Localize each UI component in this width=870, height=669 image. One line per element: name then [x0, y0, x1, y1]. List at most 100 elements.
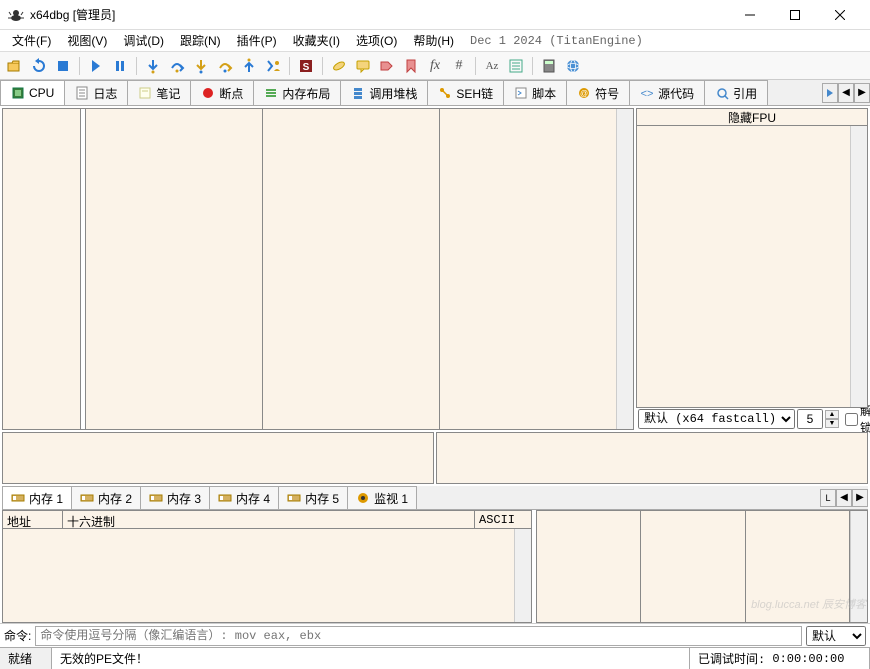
memtab-overflow[interactable]: L	[820, 489, 836, 507]
spin-down-icon[interactable]: ▼	[825, 419, 839, 428]
tab-references[interactable]: 引用	[704, 80, 768, 105]
tab-log[interactable]: 日志	[64, 80, 128, 105]
view-tabs: CPU 日志 笔记 断点 内存布局 调用堆栈 SEH链 脚本 @ 符号 <> 源…	[0, 80, 870, 106]
tab-seh[interactable]: SEH链	[427, 80, 504, 105]
main-cpu-view: 隐藏FPU 默认 (x64 fastcall) ▲ ▼ 解锁	[0, 106, 870, 432]
unlock-checkbox[interactable]	[845, 413, 858, 426]
callconv-bar: 默认 (x64 fastcall) ▲ ▼ 解锁	[636, 408, 868, 430]
labels-icon[interactable]	[376, 55, 398, 77]
run-icon[interactable]	[85, 55, 107, 77]
log-icon	[75, 86, 89, 100]
scylla-icon[interactable]: S	[295, 55, 317, 77]
run-to-user-icon[interactable]	[262, 55, 284, 77]
step-out-icon[interactable]	[238, 55, 260, 77]
menu-view[interactable]: 视图(V)	[59, 30, 115, 51]
stop-icon[interactable]	[52, 55, 74, 77]
open-icon[interactable]	[4, 55, 26, 77]
memtab-left[interactable]: ◀	[836, 489, 852, 507]
svg-text:<>: <>	[641, 88, 654, 100]
tab-symbols[interactable]: @ 符号	[566, 80, 630, 105]
dump-col-hex[interactable]: 十六进制	[63, 511, 475, 528]
dump-col-addr[interactable]: 地址	[3, 511, 63, 528]
disassembly-pane[interactable]	[2, 108, 634, 430]
dump-body[interactable]	[3, 529, 531, 622]
maximize-button[interactable]	[772, 1, 817, 29]
tab-watch1[interactable]: 监视 1	[347, 486, 417, 509]
menu-options[interactable]: 选项(O)	[348, 30, 405, 51]
dump-col-ascii[interactable]: ASCII	[475, 511, 531, 528]
trace-over-icon[interactable]	[214, 55, 236, 77]
tab-mem2[interactable]: 内存 2	[71, 486, 141, 509]
stack-pane[interactable]	[536, 510, 868, 623]
callstack-icon	[351, 86, 365, 100]
trace-into-icon[interactable]	[190, 55, 212, 77]
tab-source-label: 源代码	[658, 85, 694, 102]
info-pane[interactable]	[2, 432, 434, 484]
pause-icon[interactable]	[109, 55, 131, 77]
step-into-icon[interactable]	[142, 55, 164, 77]
memtab-right[interactable]: ▶	[852, 489, 868, 507]
bookmarks-icon[interactable]	[400, 55, 422, 77]
watch-icon	[356, 491, 370, 505]
online-icon[interactable]	[562, 55, 584, 77]
command-bar: 命令: 默认	[0, 623, 870, 647]
spin-up-icon[interactable]: ▲	[825, 410, 839, 419]
step-over-icon[interactable]	[166, 55, 188, 77]
command-input[interactable]	[35, 626, 802, 646]
patches-icon[interactable]	[328, 55, 350, 77]
tab-memmap[interactable]: 内存布局	[253, 80, 341, 105]
disasm-scrollbar[interactable]	[616, 109, 633, 429]
svg-text:@: @	[580, 89, 588, 98]
references-icon	[715, 86, 729, 100]
registers-pane[interactable]	[636, 126, 868, 408]
dump-icon	[218, 491, 232, 505]
menu-trace[interactable]: 跟踪(N)	[172, 30, 229, 51]
restart-icon[interactable]	[28, 55, 50, 77]
dump-pane[interactable]: 地址 十六进制 ASCII	[2, 510, 532, 623]
script-icon	[514, 86, 528, 100]
registers-header[interactable]: 隐藏FPU	[636, 108, 868, 126]
tab-cpu[interactable]: CPU	[0, 80, 65, 105]
dump-icon	[11, 491, 25, 505]
calculator-icon[interactable]	[538, 55, 560, 77]
callconv-select[interactable]: 默认 (x64 fastcall)	[638, 409, 795, 429]
registers-scrollbar[interactable]	[850, 126, 867, 407]
tab-callstack[interactable]: 调用堆栈	[340, 80, 428, 105]
tab-scroll-right[interactable]: ▶	[854, 83, 870, 103]
dump-scrollbar[interactable]	[514, 529, 531, 622]
tab-script[interactable]: 脚本	[503, 80, 567, 105]
svg-text:S: S	[303, 62, 310, 73]
status-time: 已调试时间: 0:00:00:00	[690, 648, 870, 669]
variables-icon[interactable]: #	[448, 55, 470, 77]
tab-notes[interactable]: 笔记	[127, 80, 191, 105]
tab-mem1[interactable]: 内存 1	[2, 486, 72, 509]
tab-overflow-icon[interactable]	[822, 83, 838, 103]
disasm-addr-col	[85, 109, 262, 429]
command-mode-select[interactable]: 默认	[806, 626, 866, 646]
functions-icon[interactable]: fx	[424, 55, 446, 77]
menu-debug[interactable]: 调试(D)	[115, 30, 172, 51]
tab-symbols-label: 符号	[595, 85, 619, 102]
comments-icon[interactable]	[352, 55, 374, 77]
stack-scrollbar[interactable]	[850, 511, 867, 622]
menu-favorites[interactable]: 收藏夹(I)	[285, 30, 348, 51]
window-title: x64dbg [管理员]	[30, 6, 727, 23]
tab-mem5[interactable]: 内存 5	[278, 486, 348, 509]
tab-source[interactable]: <> 源代码	[629, 80, 705, 105]
calls-icon[interactable]	[505, 55, 527, 77]
stack-col3	[746, 511, 850, 622]
tab-callstack-label: 调用堆栈	[369, 85, 417, 102]
close-button[interactable]	[817, 1, 862, 29]
strings-icon[interactable]: Az	[481, 55, 503, 77]
tab-mem4[interactable]: 内存 4	[209, 486, 279, 509]
callconv-count[interactable]	[797, 409, 823, 429]
tab-scroll-left[interactable]: ◀	[838, 83, 854, 103]
toolbar: S fx # Az	[0, 52, 870, 80]
menu-plugins[interactable]: 插件(P)	[229, 30, 285, 51]
tab-mem3[interactable]: 内存 3	[140, 486, 210, 509]
args-pane[interactable]	[436, 432, 868, 484]
minimize-button[interactable]	[727, 1, 772, 29]
menu-file[interactable]: 文件(F)	[4, 30, 59, 51]
tab-breakpoints[interactable]: 断点	[190, 80, 254, 105]
menu-help[interactable]: 帮助(H)	[405, 30, 462, 51]
